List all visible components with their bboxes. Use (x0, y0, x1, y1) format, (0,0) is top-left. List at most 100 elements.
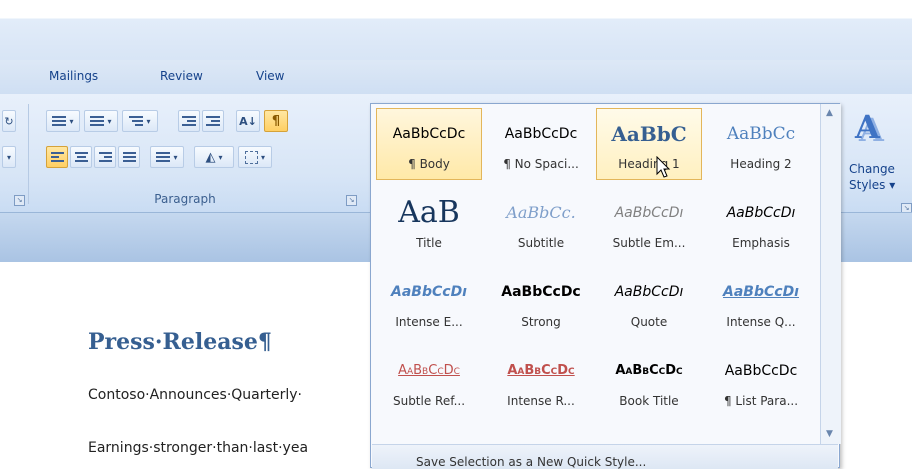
style-preview: AaBbCcDc (724, 363, 798, 379)
sort-button[interactable]: A↓ (236, 110, 260, 132)
style-cell[interactable]: AaBbCcDc ¶ No Spaci... (488, 108, 594, 180)
line-spacing-icon (156, 152, 171, 162)
multilevel-list-icon (129, 116, 144, 126)
align-right-icon (98, 152, 112, 162)
style-cell[interactable]: AaB Title (376, 187, 482, 259)
scroll-up-icon[interactable]: ▲ (826, 108, 833, 118)
align-left-icon (50, 152, 64, 162)
style-cell[interactable]: AaBbCcDı Intense E... (376, 266, 482, 338)
style-cell[interactable]: AaBbCcDı Quote (596, 266, 702, 338)
style-preview: AaBbC (611, 122, 687, 146)
multilevel-list-button[interactable]: ▾ (122, 110, 158, 132)
change-styles-icon: A (855, 108, 880, 146)
style-preview: AaBbCcDı (614, 205, 684, 221)
style-cell[interactable]: AaBbCcDc Strong (488, 266, 594, 338)
numbering-button[interactable]: ▾ (84, 110, 118, 132)
paragraph-group: ↻ ▾ ▾ ▾ A↓ ¶ ▾ ▾ ◭ ▾ ▾ Paragraph ↘ ↘ (0, 94, 370, 212)
style-cell[interactable]: AaBbCcDc ¶ List Para... (708, 345, 814, 417)
align-center-icon (74, 152, 88, 162)
style-preview: AaBbCcDı (723, 284, 799, 300)
style-preview: AaBbCc. (506, 203, 576, 222)
style-preview: AaBbCcDc (392, 126, 466, 142)
change-styles-label: Change (849, 162, 895, 176)
style-caption: ¶ Body (408, 157, 450, 171)
group-separator (28, 104, 29, 204)
style-cell[interactable]: AaBbCc Heading 2 (708, 108, 814, 180)
title-bar (0, 0, 912, 60)
style-cell[interactable]: AaBbCcDı Emphasis (708, 187, 814, 259)
ribbon-tab-bar: Mailings Review View (0, 60, 912, 95)
change-styles-button[interactable]: A Change Styles ▾ ↘ (843, 104, 912, 214)
decrease-indent-icon (182, 116, 196, 126)
style-preview: AaBbCcDı (614, 284, 684, 300)
style-caption: Book Title (619, 394, 679, 408)
style-caption: Subtle Ref... (392, 394, 466, 408)
font-group-launcher-icon[interactable]: ↘ (14, 195, 25, 206)
style-cell[interactable]: AaBbCcDı Intense Q... (708, 266, 814, 338)
style-preview: AaBbCcDc (504, 126, 578, 142)
style-caption: Title (416, 236, 442, 250)
style-caption: ¶ No Spaci... (503, 157, 579, 171)
style-preview: AaBbCcDc (615, 363, 683, 378)
paragraph-group-label: Paragraph (154, 192, 216, 206)
pilcrow-icon: ¶ (271, 113, 281, 129)
style-caption: Subtitle (517, 236, 565, 250)
style-cell[interactable]: AaBbCc. Subtitle (488, 187, 594, 259)
tab-review[interactable]: Review (160, 69, 203, 83)
style-caption: Strong (521, 315, 561, 329)
style-caption: Intense Q... (726, 315, 796, 329)
change-styles-label-2: Styles ▾ (849, 178, 896, 192)
style-preview: AaBbCcDc (507, 363, 575, 378)
paint-bucket-icon: ◭ (205, 149, 216, 165)
justify-button[interactable] (118, 146, 140, 168)
increase-indent-button[interactable] (202, 110, 224, 132)
style-caption: Heading 1 (618, 157, 680, 171)
bullets-icon (52, 116, 67, 126)
shading-button[interactable]: ◭ ▾ (194, 146, 234, 168)
style-preview: AaBbCcDc (398, 363, 460, 378)
style-cell[interactable]: AaBbCcDı Subtle Em... (596, 187, 702, 259)
increase-indent-icon (206, 116, 220, 126)
bullets-button[interactable]: ▾ (46, 110, 80, 132)
style-preview: AaBbCc (726, 124, 796, 144)
scroll-down-icon[interactable]: ▼ (826, 429, 833, 439)
style-caption: Heading 2 (730, 157, 792, 171)
mouse-pointer-icon (656, 156, 671, 178)
font-color-dropdown[interactable]: ▾ (2, 146, 16, 168)
tab-view[interactable]: View (256, 69, 284, 83)
document-heading[interactable]: Press·Release¶ (88, 329, 272, 355)
document-line-2[interactable]: Earnings·stronger·than·last·yea (88, 440, 308, 456)
style-cell[interactable]: AaBbC Heading 1 (596, 108, 702, 180)
style-caption: Intense R... (507, 394, 575, 408)
decrease-font-icon[interactable]: ↻ (2, 110, 16, 132)
style-cell[interactable]: AaBbCcDc Book Title (596, 345, 702, 417)
style-preview: AaBbCcDı (391, 284, 467, 300)
save-quick-style-link[interactable]: Save Selection as a New Quick Style... (416, 455, 646, 469)
tab-mailings[interactable]: Mailings (49, 69, 98, 83)
style-caption: Subtle Em... (612, 236, 686, 250)
borders-button[interactable]: ▾ (238, 146, 272, 168)
style-cell[interactable]: AaBbCcDc Intense R... (488, 345, 594, 417)
borders-icon (244, 150, 258, 164)
sort-icon: A↓ (239, 114, 257, 128)
line-spacing-button[interactable]: ▾ (150, 146, 184, 168)
numbering-icon (90, 116, 105, 126)
show-formatting-marks-button[interactable]: ¶ (264, 110, 288, 132)
style-caption: Intense E... (395, 315, 463, 329)
justify-icon (122, 152, 136, 162)
style-preview: AaBbCcDı (726, 205, 796, 221)
align-right-button[interactable] (94, 146, 116, 168)
style-caption: Quote (630, 315, 668, 329)
gallery-scrollbar[interactable]: ▲ ▼ (820, 104, 841, 444)
style-caption: ¶ List Para... (723, 394, 799, 408)
document-line-1[interactable]: Contoso·Announces·Quarterly· (88, 387, 302, 403)
align-left-button[interactable] (46, 146, 68, 168)
align-center-button[interactable] (70, 146, 92, 168)
style-cell[interactable]: AaBbCcDc Subtle Ref... (376, 345, 482, 417)
decrease-indent-button[interactable] (178, 110, 200, 132)
style-preview: AaBbCcDc (501, 284, 581, 300)
style-cell[interactable]: AaBbCcDc ¶ Body (376, 108, 482, 180)
style-caption: Emphasis (732, 236, 790, 250)
style-preview: AaB (398, 198, 460, 228)
paragraph-launcher-icon[interactable]: ↘ (346, 195, 357, 206)
